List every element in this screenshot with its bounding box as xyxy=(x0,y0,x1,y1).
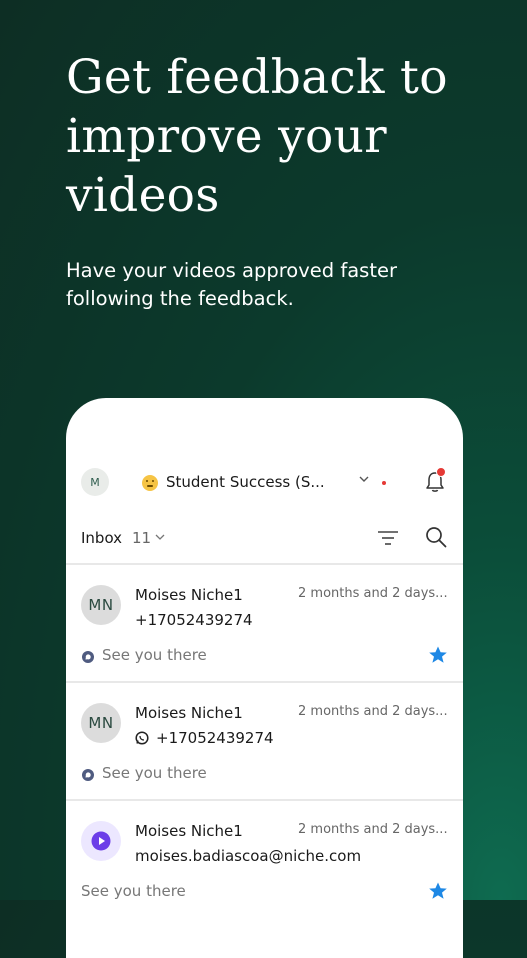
workspace-selector[interactable]: Student Success (S... xyxy=(166,473,325,491)
whatsapp-icon xyxy=(135,731,149,745)
search-icon[interactable] xyxy=(425,526,447,548)
contact-avatar: MN xyxy=(81,703,121,743)
message-preview: See you there xyxy=(102,646,207,664)
subtitle-line-2: following the feedback. xyxy=(66,287,294,310)
headline-line-2: improve your xyxy=(66,109,387,164)
promo-subtitle: Have your videos approved faster followi… xyxy=(66,257,466,313)
phone-mockup: M Student Success (S... Inbox 11 MN Mois… xyxy=(66,398,463,958)
message-preview: See you there xyxy=(102,764,207,782)
contact-name: Moises Niche1 xyxy=(135,822,243,840)
star-icon[interactable] xyxy=(428,881,448,901)
conversation-item[interactable]: MN Moises Niche1 2 months and 2 days... … xyxy=(66,683,463,799)
filter-icon[interactable] xyxy=(377,530,399,546)
headline-line-3: videos xyxy=(66,168,220,223)
notification-badge xyxy=(436,467,446,477)
workspace-emoji-icon xyxy=(142,475,158,491)
contact-initials: MN xyxy=(88,596,114,614)
inbox-count[interactable]: 11 xyxy=(132,529,151,547)
contact-name: Moises Niche1 xyxy=(135,704,243,722)
unread-dot xyxy=(382,481,386,485)
chat-bubble-icon xyxy=(82,651,94,663)
user-initials: M xyxy=(90,475,100,489)
inbox-chevron-down-icon[interactable] xyxy=(155,532,165,542)
inbox-label[interactable]: Inbox xyxy=(81,529,122,547)
contact-email: moises.badiascoa@niche.com xyxy=(135,847,362,865)
contact-initials: MN xyxy=(88,714,114,732)
conversation-time: 2 months and 2 days... xyxy=(298,822,448,837)
subtitle-line-1: Have your videos approved faster xyxy=(66,259,397,282)
contact-phone: +17052439274 xyxy=(135,611,253,629)
messenger-icon xyxy=(91,831,111,851)
contact-avatar xyxy=(81,821,121,861)
chevron-down-icon[interactable] xyxy=(359,474,369,484)
user-avatar[interactable]: M xyxy=(81,468,109,496)
message-preview: See you there xyxy=(81,882,186,900)
promo-headline: Get feedback to improve your videos xyxy=(66,48,506,225)
contact-name: Moises Niche1 xyxy=(135,586,243,604)
conversation-time: 2 months and 2 days... xyxy=(298,586,448,601)
inbox-bar: Inbox 11 xyxy=(66,520,463,554)
conversation-time: 2 months and 2 days... xyxy=(298,704,448,719)
top-bar: M Student Success (S... xyxy=(66,466,463,500)
headline-line-1: Get feedback to xyxy=(66,50,448,105)
star-icon[interactable] xyxy=(428,645,448,665)
contact-avatar: MN xyxy=(81,585,121,625)
contact-phone: +17052439274 xyxy=(156,729,274,747)
chat-bubble-icon xyxy=(82,769,94,781)
conversation-item[interactable]: MN Moises Niche1 2 months and 2 days... … xyxy=(66,565,463,681)
